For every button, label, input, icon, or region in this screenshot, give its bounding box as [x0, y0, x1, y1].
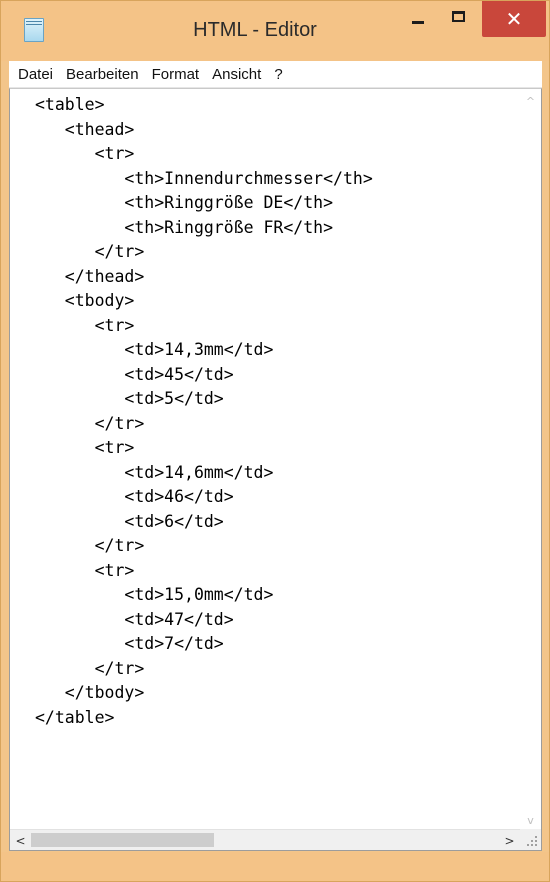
menu-format[interactable]: Format: [146, 63, 206, 86]
editor-text-area[interactable]: <table> <thead> <tr> <th>Innendurchmesse…: [10, 89, 520, 829]
menu-bearbeiten[interactable]: Bearbeiten: [60, 63, 145, 86]
menu-help[interactable]: ?: [268, 63, 288, 86]
editor-line: <tr>: [35, 144, 135, 163]
editor-line: <td>46</td>: [35, 487, 234, 506]
editor-line: <tr>: [35, 438, 135, 457]
title-bar[interactable]: HTML - Editor ✕: [1, 1, 549, 61]
editor-line: <th>Ringgröße FR</th>: [35, 217, 334, 237]
editor-line: <thead>: [35, 119, 135, 139]
maximize-button[interactable]: [441, 1, 476, 37]
window-bottom-border: [1, 852, 549, 881]
menu-bar: Datei Bearbeiten Format Ansicht ?: [9, 61, 542, 88]
editor-line: </tr>: [35, 658, 145, 678]
vertical-scrollbar[interactable]: ^ v: [520, 89, 541, 831]
maximize-icon: [452, 10, 465, 22]
editor-line: <td>15,0mm</td>: [35, 585, 274, 604]
text-editor[interactable]: <table> <thead> <tr> <th>Innendurchmesse…: [9, 88, 542, 851]
scroll-left-icon[interactable]: <: [10, 830, 31, 851]
scroll-right-icon[interactable]: >: [499, 830, 520, 851]
minimize-button[interactable]: [400, 1, 435, 37]
horizontal-scroll-thumb[interactable]: [31, 833, 214, 847]
editor-line: <tr>: [35, 315, 135, 335]
editor-line: </tbody>: [35, 683, 145, 702]
editor-line: <td>14,6mm</td>: [35, 462, 274, 482]
editor-line: <td>47</td>: [35, 609, 234, 629]
editor-line: <tbody>: [35, 291, 135, 310]
editor-line: </thead>: [35, 266, 145, 286]
close-button[interactable]: ✕: [482, 1, 546, 37]
notepad-window: HTML - Editor ✕ Datei Bearbeiten Format …: [0, 0, 550, 882]
menu-ansicht[interactable]: Ansicht: [206, 63, 267, 86]
editor-line: </tr>: [35, 536, 145, 555]
menu-datei[interactable]: Datei: [12, 63, 59, 86]
minimize-icon: [411, 20, 424, 24]
scroll-up-icon[interactable]: ^: [520, 91, 541, 112]
editor-line: <td>7</td>: [35, 634, 224, 653]
horizontal-scrollbar[interactable]: < >: [10, 829, 520, 850]
scroll-down-icon[interactable]: v: [520, 810, 541, 831]
editor-line: <td>6</td>: [35, 511, 224, 531]
resize-grip-icon[interactable]: [520, 829, 541, 850]
close-icon: ✕: [505, 7, 523, 31]
editor-line: <td>14,3mm</td>: [35, 340, 274, 359]
editor-line: <td>5</td>: [35, 389, 224, 408]
editor-line: <tr>: [35, 560, 135, 580]
editor-line: </tr>: [35, 242, 145, 261]
editor-line: <td>45</td>: [35, 364, 234, 384]
editor-line: </table>: [35, 707, 115, 727]
editor-line: <th>Innendurchmesser</th>: [35, 168, 373, 188]
editor-line: <table>: [35, 95, 105, 114]
editor-line: <th>Ringgröße DE</th>: [35, 193, 334, 212]
editor-line: </tr>: [35, 413, 145, 433]
